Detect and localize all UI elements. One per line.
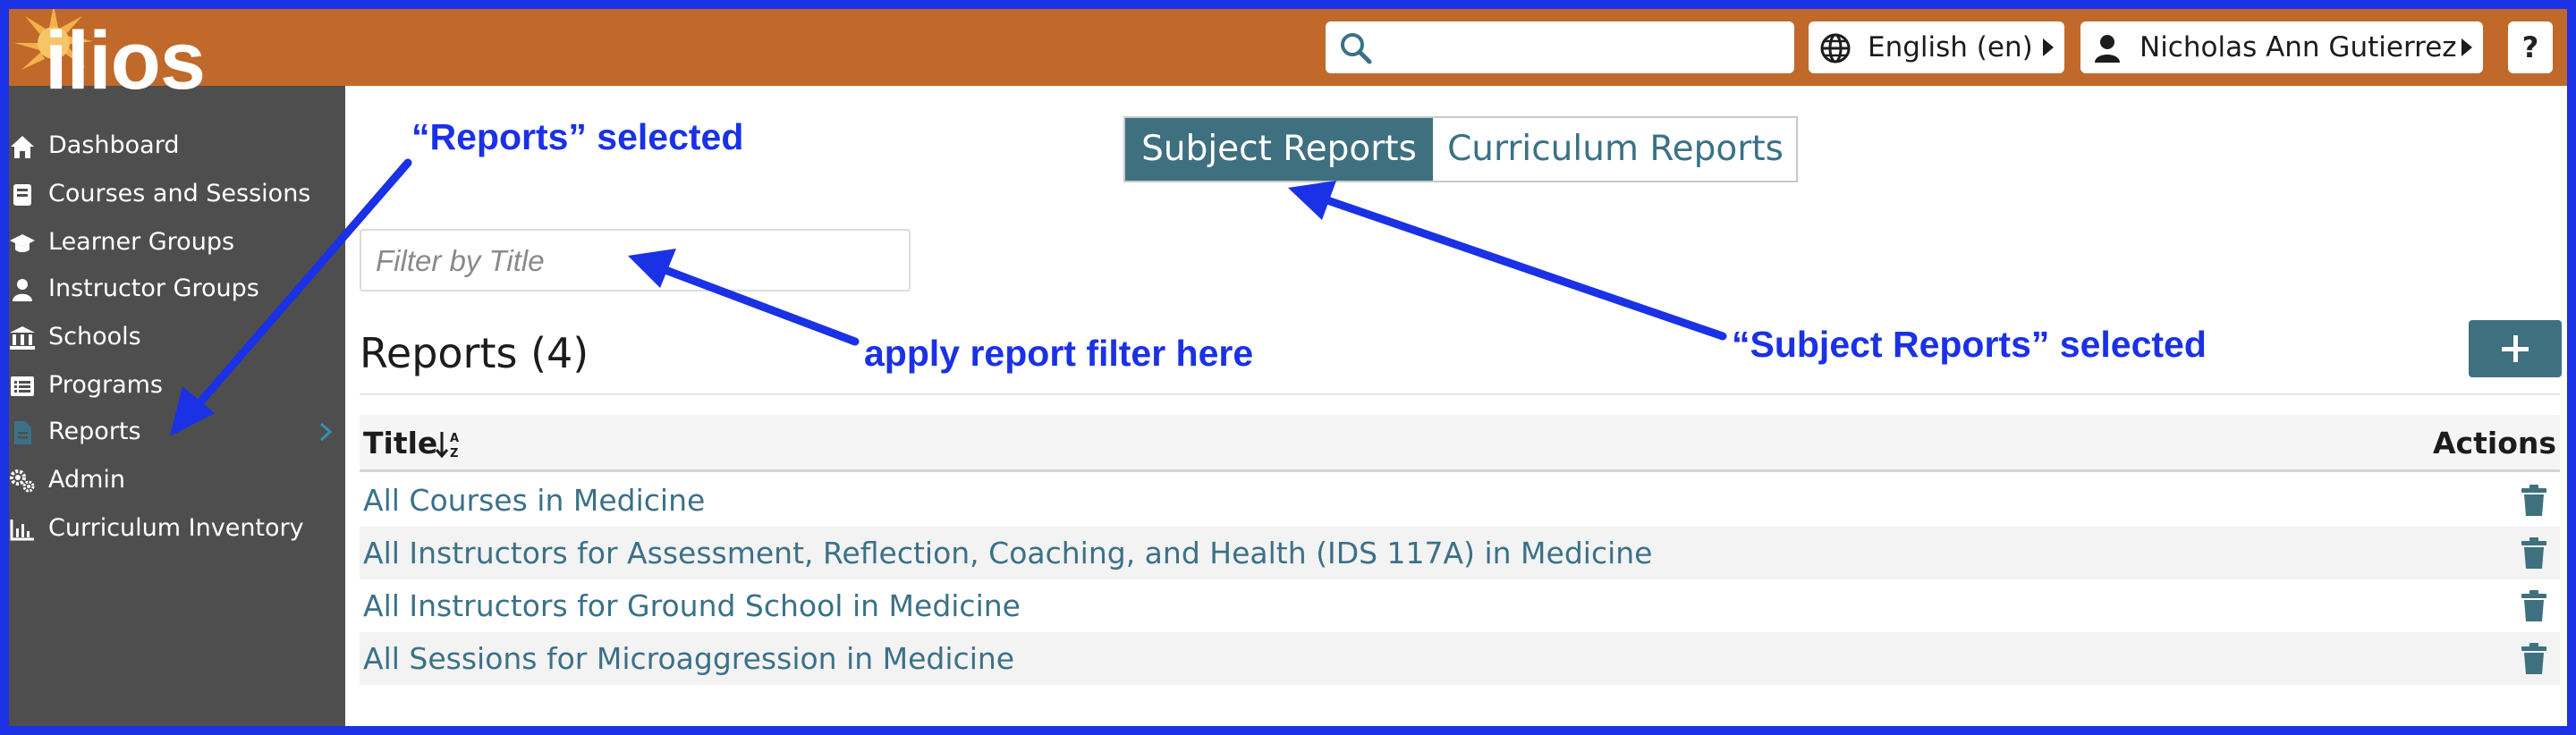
report-link[interactable]: All Instructors for Assessment, Reflecti… [363,527,1652,579]
sidebar-item-curriculum-inventory[interactable]: Curriculum Inventory [9,506,345,551]
list-icon [11,376,34,396]
trash-icon[interactable] [2521,485,2547,517]
file-icon [14,421,31,444]
top-header: English (en) Nicholas Ann Gutierrez ? [9,9,2567,86]
filter-box[interactable] [360,229,911,291]
filter-by-title-input[interactable] [376,238,894,284]
svg-text:Z: Z [450,447,458,460]
annotation-reports-selected: “Reports” selected [411,116,744,157]
language-selector[interactable]: English (en) [1809,21,2064,73]
chevron-right-icon [319,422,333,442]
help-button[interactable]: ? [2508,21,2553,73]
instructor-icon [13,279,32,301]
divider [360,393,2560,395]
university-icon [10,326,35,350]
sidebar: Dashboard Courses and Sessions Learner G… [9,86,345,726]
globe-icon [1820,33,1851,63]
sort-alpha-down-icon[interactable]: A Z [435,429,465,460]
user-name: Nicholas Ann Gutierrez [2140,31,2457,63]
tab-curriculum-reports[interactable]: Curriculum Reports [1435,118,1796,181]
sidebar-item-learner-groups[interactable]: Learner Groups [9,220,345,265]
home-icon [11,136,34,158]
user-icon [2095,35,2120,63]
annotation-subject-reports-selected: “Subject Reports” selected [1732,324,2207,365]
logo-text: ilios [45,15,206,106]
report-type-tabs: Subject Reports Curriculum Reports [1123,116,1798,182]
sidebar-item-admin[interactable]: Admin [9,458,345,503]
graduation-cap-icon [10,234,35,252]
add-report-button[interactable] [2469,320,2562,377]
table-row: All Instructors for Assessment, Reflecti… [360,527,2560,579]
search-box[interactable] [1326,21,1794,73]
book-icon [13,184,31,206]
gears-icon [10,469,35,493]
caret-right-icon [2462,38,2472,56]
sidebar-item-instructor-groups[interactable]: Instructor Groups [9,266,345,311]
chart-icon [10,520,34,541]
user-menu[interactable]: Nicholas Ann Gutierrez [2080,21,2483,73]
svg-text:A: A [450,432,459,445]
sidebar-item-programs[interactable]: Programs [9,363,345,408]
caret-right-icon [2043,38,2054,56]
report-link[interactable]: All Courses in Medicine [363,474,705,527]
sidebar-item-dashboard[interactable]: Dashboard [9,123,345,168]
trash-icon[interactable] [2521,643,2547,675]
table-row: All Courses in Medicine [360,474,2560,527]
sidebar-item-schools[interactable]: Schools [9,315,345,359]
table-header: Title A Z Actions [360,415,2560,472]
trash-icon[interactable] [2521,590,2547,622]
language-label: English (en) [1868,31,2033,63]
sidebar-item-courses[interactable]: Courses and Sessions [9,172,345,216]
search-icon [1341,33,1372,64]
ilios-logo[interactable]: ilios [0,0,215,104]
search-input[interactable] [1383,27,1776,68]
tab-subject-reports[interactable]: Subject Reports [1125,118,1433,181]
report-link[interactable]: All Instructors for Ground School in Med… [363,579,1021,632]
table-row: All Sessions for Microaggression in Medi… [360,632,2560,685]
annotation-apply-filter: apply report filter here [864,333,1254,374]
trash-icon[interactable] [2521,537,2547,570]
sidebar-item-reports[interactable]: Reports [9,410,345,454]
table-row: All Instructors for Ground School in Med… [360,579,2560,632]
report-link[interactable]: All Sessions for Microaggression in Medi… [363,632,1014,685]
column-actions: Actions [2433,426,2556,460]
column-title[interactable]: Title [363,415,437,472]
reports-heading: Reports (4) [360,329,589,377]
